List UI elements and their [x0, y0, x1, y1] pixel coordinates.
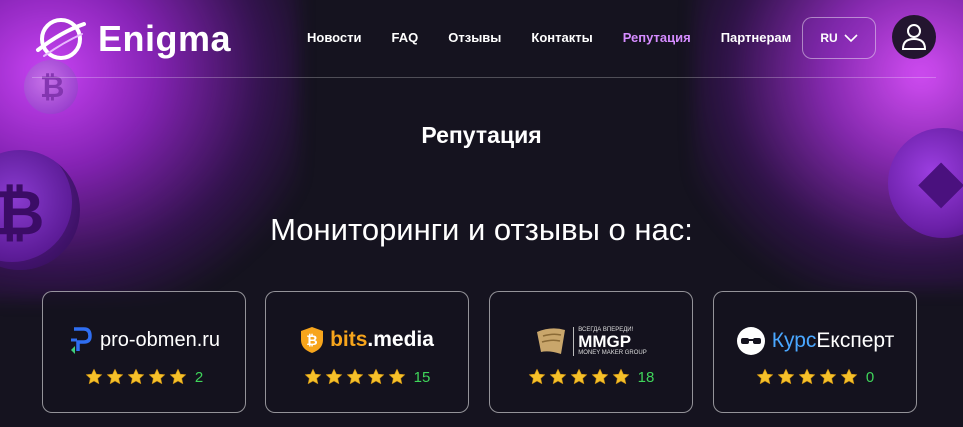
- user-icon: [901, 24, 927, 50]
- nav-item-partners[interactable]: Партнерам: [721, 30, 792, 45]
- pro-obmen-logo-icon: [70, 327, 92, 354]
- review-count: 18: [637, 368, 655, 386]
- star-icon: [528, 368, 545, 385]
- star-rating: [304, 368, 406, 386]
- star-rating: [528, 368, 630, 386]
- star-icon: [840, 368, 857, 385]
- mmgp-logo: ВСЕГДА ВПЕРЕДИ! MMGP MONEY MAKER GROUP: [490, 326, 692, 356]
- rating: 18: [490, 368, 692, 386]
- mmgp-emblem-icon: [537, 328, 566, 354]
- language-selector[interactable]: RU: [802, 17, 876, 59]
- star-icon: [325, 368, 342, 385]
- star-icon: [106, 368, 123, 385]
- rating: 2: [43, 368, 245, 386]
- star-icon: [777, 368, 794, 385]
- star-rating: [85, 368, 187, 386]
- star-icon: [304, 368, 321, 385]
- star-icon: [591, 368, 608, 385]
- monitoring-card-kurs-expert[interactable]: КурсЕксперт 0: [713, 291, 917, 413]
- star-icon: [127, 368, 144, 385]
- main-nav: Новости FAQ Отзывы Контакты Репутация Па…: [307, 30, 791, 45]
- review-count: 15: [413, 368, 431, 386]
- star-icon: [367, 368, 384, 385]
- section-title: Мониторинги и отзывы о нас:: [270, 212, 693, 247]
- nav-item-reviews[interactable]: Отзывы: [448, 30, 501, 45]
- star-icon: [798, 368, 815, 385]
- star-icon: [819, 368, 836, 385]
- brand-name: Enigma: [98, 18, 232, 59]
- rating: 0: [714, 368, 916, 386]
- user-account-button[interactable]: [892, 15, 936, 59]
- mmgp-name: MMGP: [578, 331, 632, 351]
- glasses-icon: [736, 327, 765, 355]
- enigma-logo-icon: [36, 18, 86, 60]
- language-label: RU: [820, 31, 838, 45]
- star-rating: [756, 368, 858, 386]
- star-icon: [388, 368, 405, 385]
- svg-text:₿: ₿: [306, 333, 317, 349]
- kurs-expert-name-part1: Курс: [771, 329, 817, 352]
- nav-item-news[interactable]: Новости: [307, 30, 362, 45]
- review-count: 2: [194, 368, 204, 386]
- star-icon: [169, 368, 186, 385]
- nav-item-faq[interactable]: FAQ: [392, 30, 419, 45]
- nav-item-contacts[interactable]: Контакты: [531, 30, 592, 45]
- rating: 15: [266, 368, 468, 386]
- monitoring-card-pro-obmen[interactable]: pro-obmen.ru 2: [42, 291, 246, 413]
- monitoring-card-mmgp[interactable]: ВСЕГДА ВПЕРЕДИ! MMGP MONEY MAKER GROUP 1…: [489, 291, 693, 413]
- star-icon: [756, 368, 773, 385]
- site-header: Enigma Новости FAQ Отзывы Контакты Репут…: [0, 0, 963, 78]
- page-title: Репутация: [421, 122, 542, 148]
- review-count: 0: [865, 368, 875, 386]
- bits-media-name-part2: .media: [367, 328, 434, 351]
- bits-media-name-part1: bits: [330, 328, 368, 351]
- chevron-down-icon: [844, 34, 858, 43]
- kurs-expert-name-part2: Експерт: [816, 329, 895, 352]
- brand-logo[interactable]: Enigma: [34, 12, 231, 66]
- star-icon: [148, 368, 165, 385]
- star-icon: [570, 368, 587, 385]
- star-icon: [346, 368, 363, 385]
- star-icon: [612, 368, 629, 385]
- nav-item-reputation[interactable]: Репутация: [623, 30, 691, 45]
- monitoring-card-bits-media[interactable]: ₿ bits.media 15: [265, 291, 469, 413]
- bits-media-logo: ₿ bits.media: [266, 326, 468, 354]
- star-icon: [549, 368, 566, 385]
- bitcoin-shield-icon: ₿: [301, 327, 324, 353]
- star-icon: [85, 368, 102, 385]
- kurs-expert-logo: КурсЕксперт: [714, 326, 916, 356]
- pro-obmen-name: pro-obmen.ru: [99, 328, 221, 351]
- pro-obmen-logo: pro-obmen.ru: [43, 326, 245, 354]
- bitcoin-coin-icon: ₿: [0, 150, 80, 270]
- header-divider: [32, 77, 936, 78]
- mmgp-subline: MONEY MAKER GROUP: [578, 349, 647, 356]
